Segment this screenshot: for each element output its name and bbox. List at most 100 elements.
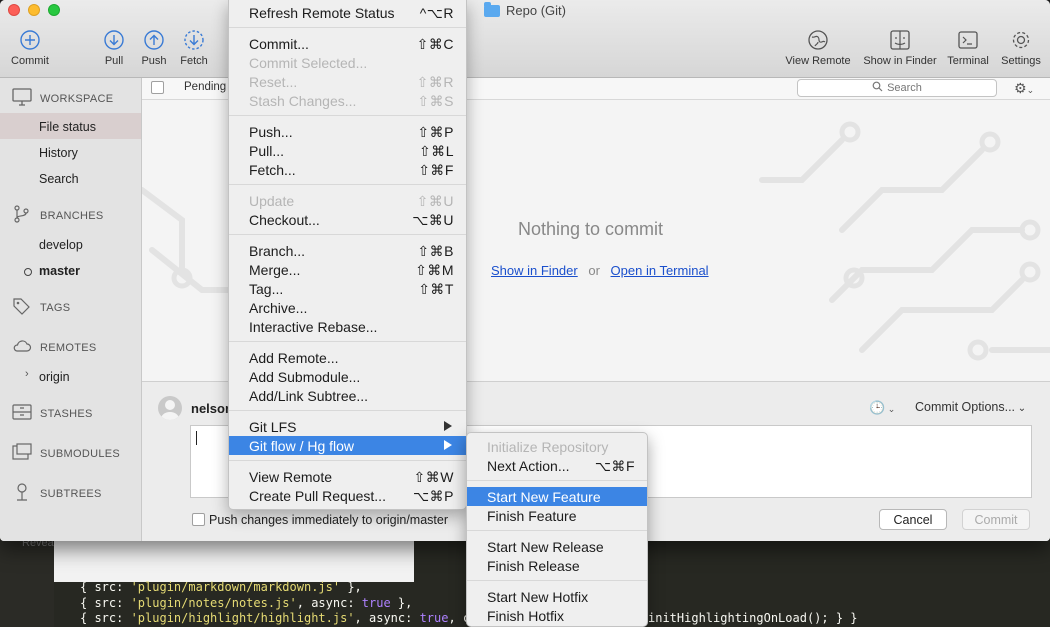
- menu-item-git-lfs[interactable]: Git LFS: [229, 417, 466, 436]
- terminal-icon: [957, 29, 979, 51]
- show-in-finder-toolbar-button[interactable]: Show in Finder: [860, 29, 940, 67]
- titlebar: Repo (Git) Commit Pull Push Fetch View R…: [0, 0, 1050, 78]
- submodule-icon: [12, 443, 32, 464]
- submenu-item-finish-release[interactable]: Finish Release: [467, 556, 647, 575]
- sidebar-item-file-status[interactable]: File status: [39, 120, 96, 134]
- menu-separator: [229, 27, 466, 28]
- menu-item-pull[interactable]: Pull... ⇧⌘L: [229, 141, 466, 160]
- menu-item-commit-selected: Commit Selected...: [249, 55, 368, 71]
- chevron-right-icon: [444, 440, 452, 450]
- search-input[interactable]: Search: [797, 79, 997, 97]
- menu-separator: [229, 410, 466, 411]
- menu-item-add-remote[interactable]: Add Remote...: [229, 348, 466, 367]
- empty-state-links: Show in Finder or Open in Terminal: [491, 263, 709, 278]
- open-in-terminal-link[interactable]: Open in Terminal: [611, 263, 709, 278]
- arrow-up-circle-icon: [143, 29, 165, 51]
- menu-item-refresh-remote-status[interactable]: Refresh Remote Status ^⌥R: [229, 3, 466, 22]
- menu-item-push[interactable]: Push... ⇧⌘P: [229, 122, 466, 141]
- current-branch-icon: [24, 268, 32, 276]
- submenu-item-initialize-repository: Initialize Repository: [487, 439, 609, 455]
- branch-icon: [12, 205, 32, 226]
- chevron-right-icon: [444, 421, 452, 431]
- menu-item-checkout[interactable]: Checkout... ⌥⌘U: [229, 210, 466, 229]
- commit-options-dropdown[interactable]: Commit Options... ⌄: [915, 400, 1026, 414]
- commit-toolbar-button[interactable]: Commit: [8, 29, 52, 67]
- stash-icon: [12, 403, 32, 424]
- menu-item-archive[interactable]: Archive...: [229, 298, 466, 317]
- menu-item-tag[interactable]: Tag... ⇧⌘T: [229, 279, 466, 298]
- cloud-icon: [12, 337, 32, 358]
- menu-item-branch[interactable]: Branch... ⇧⌘B: [229, 241, 466, 260]
- sidebar-item-history[interactable]: History: [39, 146, 78, 160]
- menu-item-fetch[interactable]: Fetch... ⇧⌘F: [229, 160, 466, 179]
- menu-separator: [229, 460, 466, 461]
- nothing-to-commit-message: Nothing to commit: [518, 219, 664, 239]
- gear-icon: [1010, 29, 1032, 51]
- menu-item-update: Update ⇧⌘U: [249, 193, 454, 209]
- menu-separator: [229, 341, 466, 342]
- sidebar-item-branch-master[interactable]: master: [39, 264, 80, 278]
- menu-item-git-flow[interactable]: Git flow / Hg flow: [229, 436, 466, 455]
- author-name: nelson: [191, 401, 233, 416]
- menu-item-merge[interactable]: Merge... ⇧⌘M: [229, 260, 466, 279]
- minimize-window-button[interactable]: [28, 4, 40, 16]
- pull-toolbar-button[interactable]: Pull: [100, 29, 128, 67]
- pending-label: Pending: [184, 81, 227, 93]
- sidebar: WORKSPACE File status History Search BRA…: [0, 78, 142, 541]
- select-all-checkbox[interactable]: [151, 81, 164, 94]
- sidebar-section-workspace[interactable]: WORKSPACE: [12, 88, 113, 109]
- repository-menu: Refresh Remote Status ^⌥R Commit... ⇧⌘C Co…: [228, 0, 467, 510]
- submenu-item-next-action[interactable]: Next Action... ⌥⌘F: [467, 456, 647, 475]
- menu-separator: [467, 480, 647, 481]
- sidebar-section-subtrees[interactable]: SUBTREES: [12, 483, 102, 504]
- menu-item-commit[interactable]: Commit... ⇧⌘C: [229, 34, 466, 53]
- push-toolbar-button[interactable]: Push: [140, 29, 168, 67]
- sidebar-section-stashes[interactable]: STASHES: [12, 403, 93, 424]
- settings-toolbar-button[interactable]: Settings: [998, 29, 1044, 67]
- sidebar-section-branches[interactable]: BRANCHES: [12, 205, 104, 226]
- code-line: { src: 'plugin/highlight/highlight.js', …: [80, 611, 478, 625]
- finder-icon: [889, 29, 911, 51]
- submenu-item-finish-feature[interactable]: Finish Feature: [467, 506, 647, 525]
- menu-separator: [229, 184, 466, 185]
- arrow-down-circle-icon: [103, 29, 125, 51]
- sidebar-section-tags[interactable]: TAGS: [12, 297, 70, 318]
- tag-icon: [12, 297, 32, 318]
- cancel-button[interactable]: Cancel: [879, 509, 947, 530]
- menu-item-add-link-subtree[interactable]: Add/Link Subtree...: [229, 386, 466, 405]
- menu-item-interactive-rebase[interactable]: Interactive Rebase...: [229, 317, 466, 336]
- push-immediately-label: Push changes immediately to origin/maste…: [209, 513, 449, 527]
- sidebar-item-branch-develop[interactable]: develop: [39, 238, 83, 252]
- dashed-arrow-circle-icon: [183, 29, 205, 51]
- close-window-button[interactable]: [8, 4, 20, 16]
- gear-dropdown-icon[interactable]: ⚙⌄: [1014, 80, 1034, 97]
- menu-item-view-remote[interactable]: View Remote ⇧⌘W: [229, 467, 466, 486]
- terminal-toolbar-button[interactable]: Terminal: [944, 29, 992, 67]
- menu-item-stash-changes: Stash Changes... ⇧⌘S: [249, 93, 454, 109]
- view-remote-toolbar-button[interactable]: View Remote: [782, 29, 854, 67]
- submenu-item-start-new-hotfix[interactable]: Start New Hotfix: [467, 587, 647, 606]
- chevron-right-icon[interactable]: ›: [25, 368, 29, 380]
- show-in-finder-link[interactable]: Show in Finder: [491, 263, 578, 278]
- submenu-item-start-new-feature[interactable]: Start New Feature: [467, 487, 647, 506]
- push-immediately-checkbox[interactable]: [192, 513, 205, 526]
- clock-dropdown-icon[interactable]: 🕒 ⌄: [869, 400, 895, 416]
- subtree-icon: [12, 483, 32, 504]
- sidebar-item-remote-origin[interactable]: origin: [39, 370, 70, 384]
- maximize-window-button[interactable]: [48, 4, 60, 16]
- menu-item-create-pull-request[interactable]: Create Pull Request... ⌥⌘P: [229, 486, 466, 505]
- menu-separator: [229, 115, 466, 116]
- menu-item-add-submodule[interactable]: Add Submodule...: [229, 367, 466, 386]
- sidebar-section-remotes[interactable]: REMOTES: [12, 337, 97, 358]
- commit-button[interactable]: Commit: [962, 509, 1030, 530]
- code-line: { src: 'plugin/notes/notes.js', async: t…: [80, 596, 413, 610]
- sidebar-item-search[interactable]: Search: [39, 172, 79, 186]
- submenu-item-start-new-release[interactable]: Start New Release: [467, 537, 647, 556]
- window-title: Repo (Git): [484, 1, 566, 18]
- sidebar-section-submodules[interactable]: SUBMODULES: [12, 443, 120, 464]
- monitor-icon: [12, 88, 32, 109]
- fetch-toolbar-button[interactable]: Fetch: [178, 29, 210, 67]
- menu-separator: [467, 530, 647, 531]
- submenu-item-finish-hotfix[interactable]: Finish Hotfix: [467, 606, 647, 625]
- plus-circle-icon: [19, 29, 41, 51]
